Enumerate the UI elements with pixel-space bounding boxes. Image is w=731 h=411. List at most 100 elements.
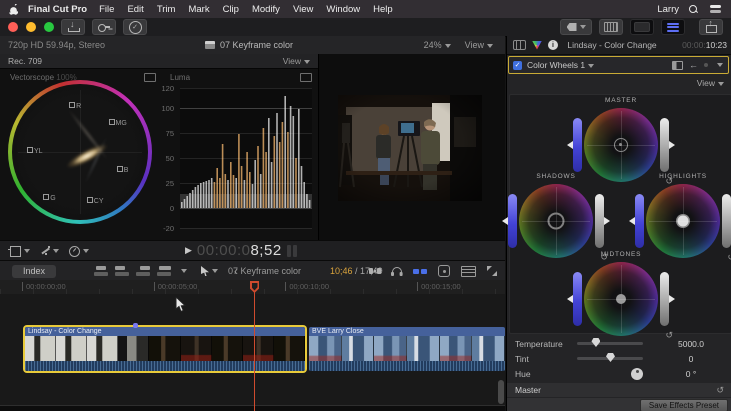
effect-enabled-checkbox[interactable]: ✓ [513,61,522,70]
hue-dial[interactable] [631,368,643,380]
timeline-body[interactable]: Lindsay - Color ChangeBVE Larry Close [0,294,505,411]
audio-monitor-icon[interactable] [392,267,402,276]
effect-name-menu[interactable]: Color Wheels 1 [527,60,594,70]
menu-item-window[interactable]: Window [326,4,360,15]
menu-item-file[interactable]: File [99,4,114,15]
audio-meters[interactable] [287,245,297,257]
master-section-row[interactable]: Master ↺ [507,383,731,397]
inspector-toggle-button[interactable] [661,19,685,35]
filmstrip-icon [604,22,618,32]
control-center-icon[interactable] [710,5,721,13]
scope-display-icon[interactable] [300,73,312,82]
clip-marker[interactable] [133,323,138,328]
color-inspector-tab-icon[interactable] [532,41,542,50]
select-tool-menu[interactable] [201,266,218,276]
viewer-zoom-menu[interactable]: 24% [424,40,451,50]
chevron-down-icon [588,64,594,68]
slider-thumb[interactable] [591,338,600,347]
import-media-button[interactable] [61,19,85,35]
share-button[interactable] [699,19,723,35]
param-slider[interactable] [577,342,643,345]
keyword-editor-button[interactable] [92,19,116,35]
hue-wheel[interactable] [519,184,593,258]
menu-item-mark[interactable]: Mark [188,4,209,15]
menu-item-modify[interactable]: Modify [252,4,280,15]
browser-toggle-button[interactable] [599,19,623,35]
clip-appearance-icon[interactable] [461,266,476,277]
clip-filmstrip [309,336,505,361]
hue-wheel[interactable] [584,108,658,182]
saturation-slider[interactable] [635,194,644,248]
compare-view-icon[interactable] [672,61,683,70]
slider-thumb[interactable] [606,353,615,362]
effects-correction-tool[interactable] [40,246,59,256]
chevron-down-icon[interactable] [717,63,723,67]
wheel-label: HIGHLIGHTS [623,173,731,183]
minimize-window-button[interactable] [26,22,36,32]
trim-display-icon[interactable] [369,267,381,275]
brightness-slider[interactable] [660,118,669,172]
transform-crop-tool[interactable] [10,246,30,257]
effects-browser-icon[interactable] [438,265,450,277]
insert-edit-button[interactable] [115,265,130,277]
chevron-down-icon [487,44,493,48]
saturation-slider[interactable] [573,118,582,172]
param-value[interactable]: 5000.0 [655,339,727,349]
wheels-view-menu[interactable]: View [697,78,724,88]
wheel-puck[interactable] [548,213,565,230]
menu-item-help[interactable]: Help [373,4,393,15]
index-button[interactable]: Index [12,265,56,278]
hue-wheel[interactable] [646,184,720,258]
color-correction-effect-row[interactable]: ✓ Color Wheels 1 ← [508,56,729,74]
timeline-clip[interactable]: BVE Larry Close [309,327,505,371]
menu-app-name[interactable]: Final Cut Pro [28,4,87,15]
brightness-slider[interactable] [660,272,669,326]
param-value[interactable]: 0 [655,354,727,364]
wheel-puck[interactable] [614,138,628,152]
back-arrow-icon[interactable]: ← [689,61,698,69]
brightness-slider[interactable] [595,194,604,248]
apple-logo-icon[interactable] [9,4,18,15]
param-value[interactable]: 0 ° [655,369,727,379]
background-tasks-button[interactable]: ✓ [123,19,147,35]
scopes-view-menu[interactable]: View [283,56,310,66]
zoom-window-button[interactable] [44,22,54,32]
search-icon[interactable] [689,5,698,14]
hue-wheel[interactable] [584,262,658,336]
wheel-puck[interactable] [678,216,689,227]
scope-display-icon[interactable] [144,73,156,82]
wheel-puck[interactable] [616,294,626,304]
reset-icon[interactable]: ↺ [716,385,724,396]
chevron-down-icon[interactable] [181,269,187,273]
keyword-tag-button[interactable] [560,19,592,35]
close-window-button[interactable] [8,22,18,32]
overwrite-edit-button[interactable] [157,265,172,277]
menu-item-trim[interactable]: Trim [157,4,176,15]
play-icon[interactable]: ▶ [185,245,192,256]
timeline-toggle-button[interactable] [630,19,654,35]
keyframe-dot-icon[interactable] [704,63,708,67]
timeline-horizontal-scrollbar[interactable] [0,405,505,411]
retime-tool[interactable] [69,246,89,257]
brightness-slider[interactable] [722,194,731,248]
save-effects-preset-button[interactable]: Save Effects Preset [640,399,728,411]
param-label: Tint [515,354,577,364]
saturation-slider[interactable] [508,194,517,248]
menu-user[interactable]: Larry [657,4,679,15]
viewer-view-menu[interactable]: View [465,40,493,50]
saturation-slider[interactable] [573,272,582,326]
menu-item-edit[interactable]: Edit [127,4,143,15]
clip-thumbnail [212,336,243,361]
timeline-vertical-scrollbar[interactable] [498,380,504,404]
menu-item-view[interactable]: View [293,4,313,15]
timeline-clip[interactable]: Lindsay - Color Change [25,327,305,371]
param-slider[interactable] [577,357,643,360]
playhead-line[interactable] [254,282,255,411]
append-edit-button[interactable] [136,265,151,277]
menu-item-clip[interactable]: Clip [223,4,239,15]
skimming-toggle-icon[interactable] [413,269,427,274]
video-inspector-tab-icon[interactable] [513,40,526,50]
connect-edit-button[interactable] [94,265,109,277]
timeline-zoom-fit-icon[interactable] [487,266,497,276]
reset-icon[interactable]: ↺ [727,252,731,263]
